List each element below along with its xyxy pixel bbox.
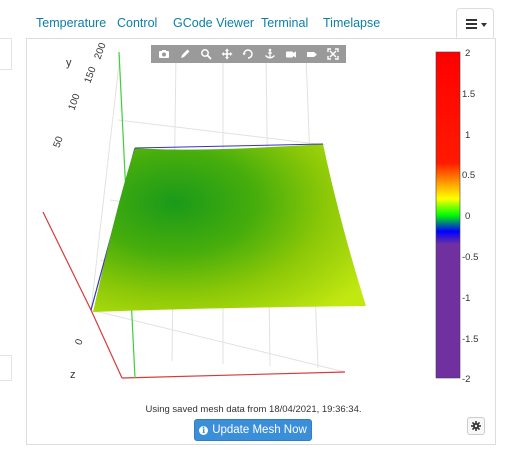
y-tick-label: 150	[83, 65, 99, 85]
orbit-icon[interactable]	[241, 47, 255, 61]
pencil-icon[interactable]	[178, 47, 192, 61]
colorbar-tick-label: 1.5	[462, 89, 475, 100]
pan-icon[interactable]	[220, 47, 234, 61]
colorbar	[435, 51, 461, 379]
mesh-3d-plot[interactable]: 200 150 100 50 0 y z 2 1.5 1 0.5 0 -0.5 …	[0, 0, 507, 450]
settings-button[interactable]	[467, 417, 485, 435]
turntable-icon[interactable]	[263, 47, 277, 61]
y-tick-label: 100	[67, 92, 83, 112]
y-axis-title: y	[66, 57, 72, 69]
colorbar-tick-label: 0	[465, 211, 470, 222]
y-tick-label: 200	[93, 41, 109, 61]
y-tick-label: 50	[52, 135, 66, 150]
axis-line-red	[90, 309, 123, 379]
gear-icon	[471, 421, 481, 431]
colorbar-tick-label: -1	[462, 293, 470, 304]
info-icon: i	[199, 425, 209, 435]
axis-line-red	[121, 371, 346, 379]
update-mesh-label: Update Mesh Now	[212, 424, 307, 436]
plot-toolbar	[151, 45, 346, 63]
autoscale-icon[interactable]	[326, 47, 340, 61]
reset-camera-icon[interactable]	[284, 47, 298, 61]
zoom-icon[interactable]	[199, 47, 213, 61]
colorbar-tick-label: -0.5	[462, 252, 478, 263]
z-axis-title: z	[70, 369, 76, 381]
mesh-status-text: Using saved mesh data from 18/04/2021, 1…	[145, 404, 362, 415]
colorbar-tick-label: -1.5	[462, 334, 478, 345]
colorbar-tick-label: -2	[462, 374, 470, 385]
y-tick-label: 0	[74, 337, 86, 346]
colorbar-tick-label: 2	[465, 48, 470, 59]
axis-line-red	[42, 211, 92, 311]
colorbar-tick-label: 1	[465, 130, 470, 141]
update-mesh-button[interactable]: i Update Mesh Now	[194, 419, 312, 441]
colorbar-ticks: 2 1.5 1 0.5 0 -0.5 -1 -1.5 -2	[462, 48, 478, 385]
mesh-surface[interactable]	[93, 144, 366, 312]
colorbar-tick-label: 0.5	[462, 170, 475, 181]
camera-icon[interactable]	[157, 47, 171, 61]
hover-icon[interactable]	[305, 47, 319, 61]
